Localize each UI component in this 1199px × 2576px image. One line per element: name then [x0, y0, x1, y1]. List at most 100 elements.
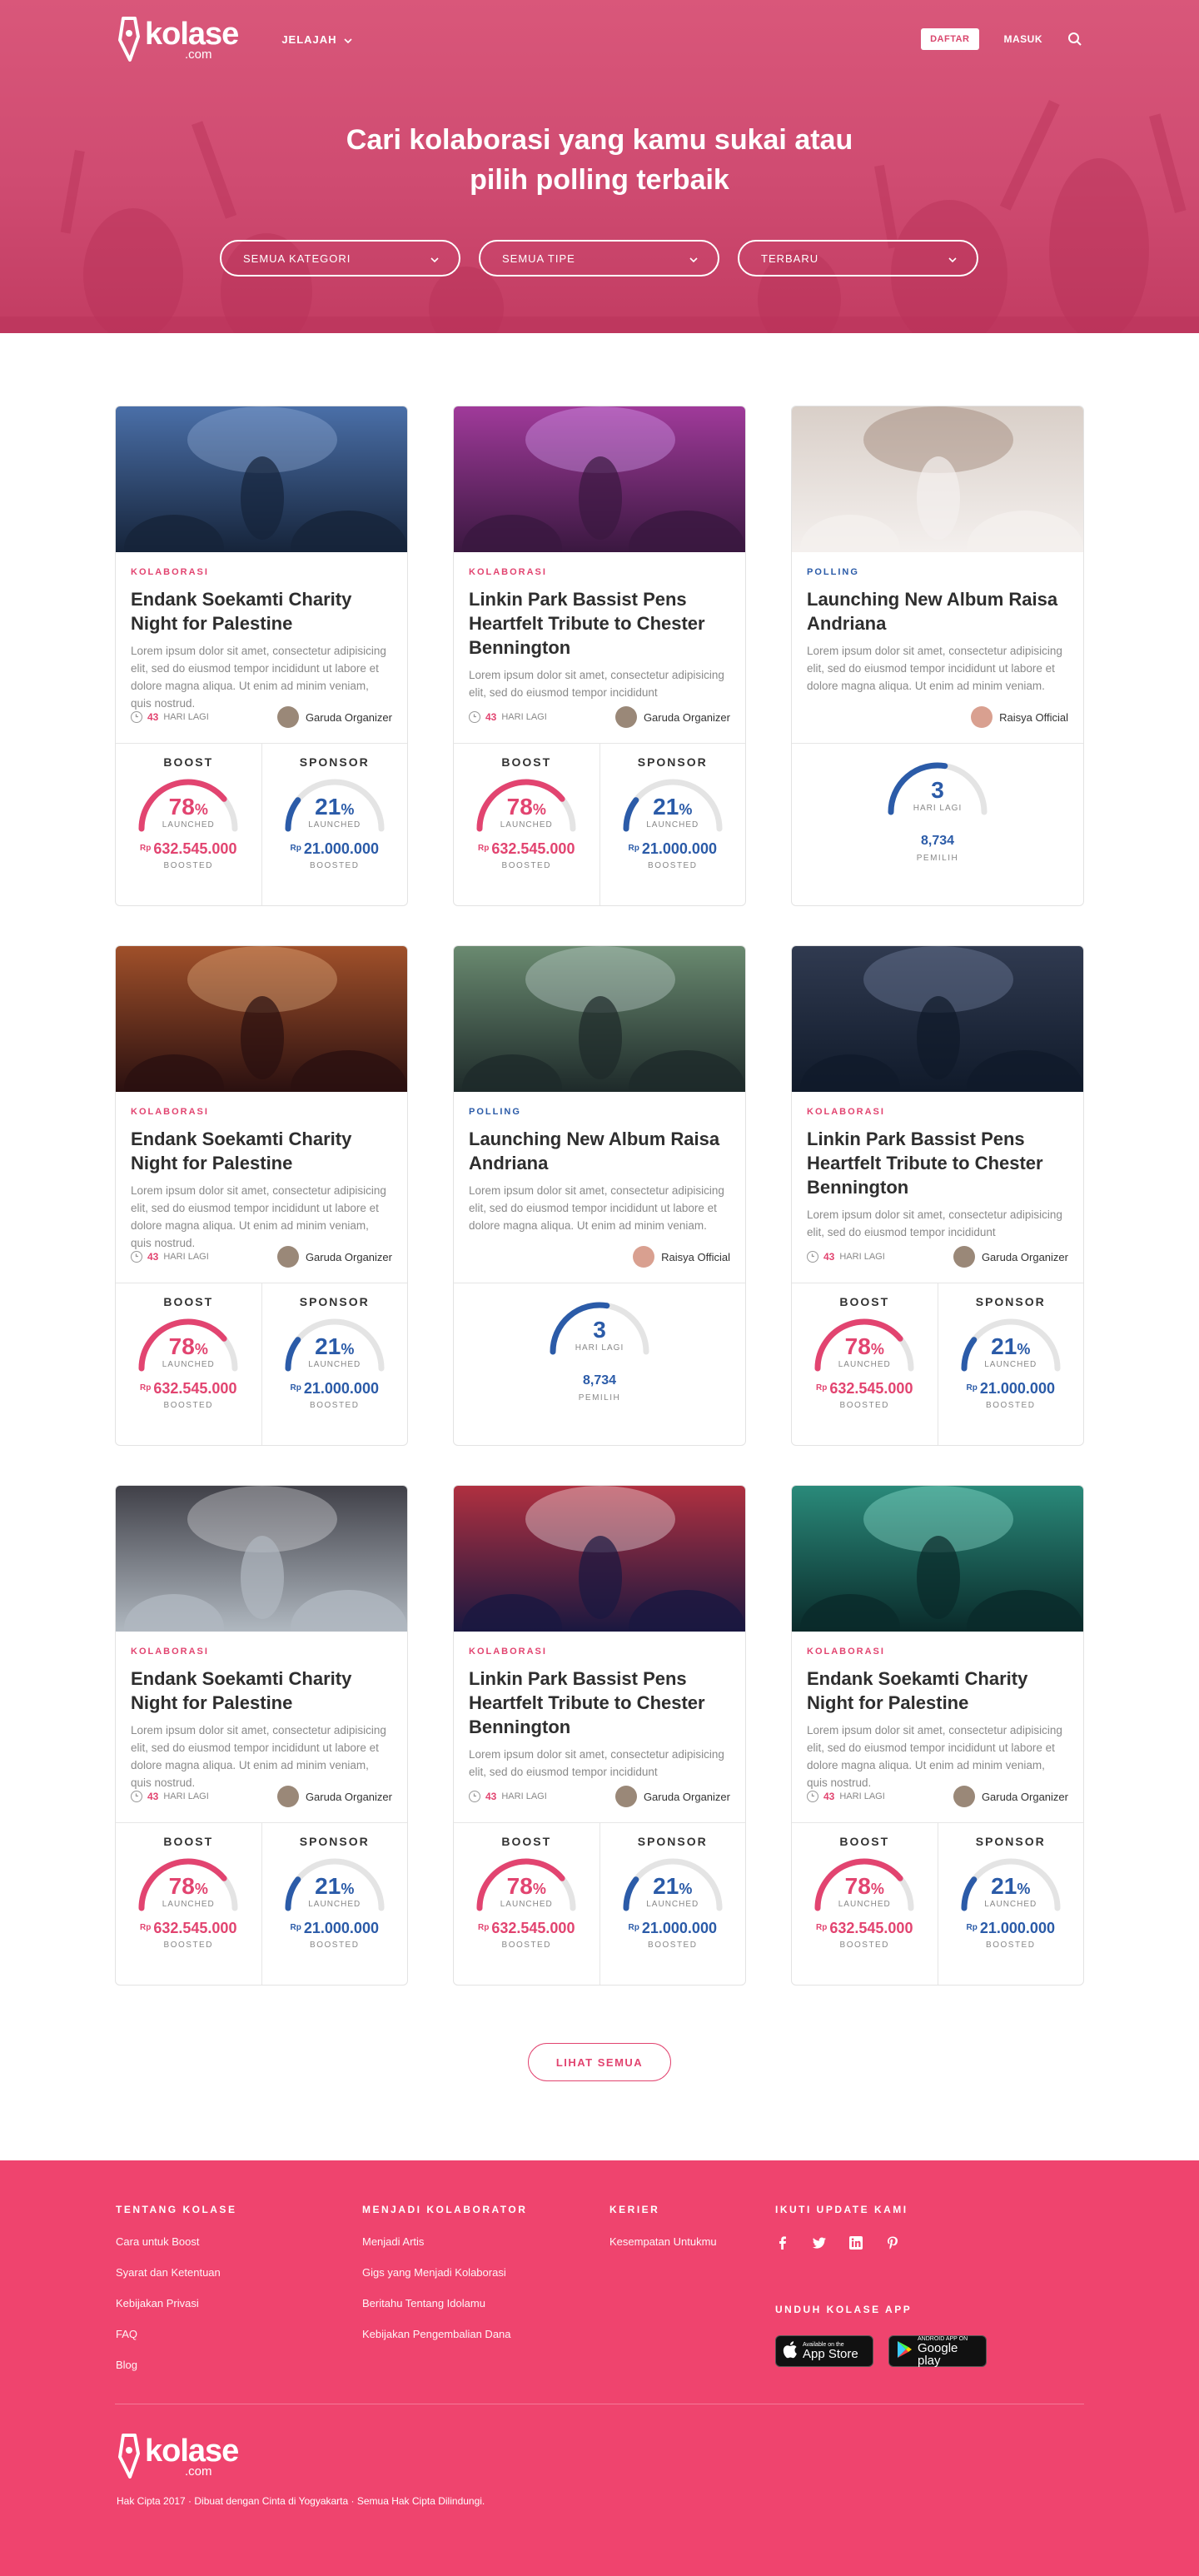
- appstore-big-text: App Store: [803, 2347, 858, 2361]
- explore-menu[interactable]: JELAJAH: [281, 33, 352, 46]
- login-button[interactable]: MASUK: [1004, 33, 1043, 45]
- card-title[interactable]: Launching New Album Raisa Andriana: [469, 1127, 730, 1175]
- card-title[interactable]: Endank Soekamti Charity Night for Palest…: [807, 1667, 1068, 1715]
- footer-link[interactable]: Kebijakan Pengembalian Dana: [362, 2328, 527, 2340]
- card-cover-image[interactable]: [792, 406, 1083, 552]
- campaign-card[interactable]: KOLABORASI Linkin Park Bassist Pens Heart…: [791, 945, 1084, 1446]
- organizer[interactable]: Raisya Official: [633, 1246, 730, 1268]
- card-cover-image[interactable]: [454, 946, 745, 1092]
- card-title[interactable]: Linkin Park Bassist Pens Heartfelt Tribu…: [469, 587, 730, 660]
- avatar: [614, 1786, 637, 1807]
- footer: TENTANG KOLASE Cara untuk Boost Syarat d…: [0, 2160, 1199, 2576]
- footer-link[interactable]: Kesempatan Untukmu: [609, 2235, 717, 2248]
- boost-percent: 78: [506, 1873, 533, 1899]
- footer-link[interactable]: Beritahu Tentang Idolamu: [362, 2297, 527, 2309]
- avatar: [276, 1786, 299, 1807]
- filter-label: SEMUA TIPE: [502, 252, 575, 265]
- footer-link[interactable]: Blog: [116, 2359, 236, 2371]
- footer-link[interactable]: Menjadi Artis: [362, 2235, 527, 2248]
- boosted-label: BOOSTED: [839, 1941, 889, 1950]
- footer-link[interactable]: Gigs yang Menjadi Kolaborasi: [362, 2266, 527, 2279]
- campaign-card[interactable]: POLLING Launching New Album Raisa Andrian…: [791, 406, 1084, 906]
- footer-collab-column: MENJADI KOLABORATOR Menjadi Artis Gigs y…: [362, 2204, 527, 2359]
- clock-icon: [807, 1791, 818, 1802]
- organizer[interactable]: Garuda Organizer: [953, 1786, 1068, 1807]
- card-cover-image[interactable]: [116, 946, 407, 1092]
- campaign-card[interactable]: KOLABORASI Linkin Park Bassist Pens Heart…: [453, 406, 746, 906]
- card-cover-image[interactable]: [454, 406, 745, 552]
- organizer[interactable]: Garuda Organizer: [276, 1786, 392, 1807]
- card-cover-image[interactable]: [454, 1486, 745, 1632]
- card-cover-image[interactable]: [792, 1486, 1083, 1632]
- boost-amount: 632.545.000: [153, 1920, 237, 1936]
- boost-title: BOOST: [163, 1295, 214, 1308]
- organizer[interactable]: Garuda Organizer: [276, 706, 392, 728]
- organizer[interactable]: Garuda Organizer: [614, 706, 730, 728]
- days-label: HARI LAGI: [163, 1252, 209, 1262]
- card-title[interactable]: Linkin Park Bassist Pens Heartfelt Tribu…: [807, 1127, 1068, 1199]
- campaign-card[interactable]: KOLABORASI Endank Soekamti Charity Night …: [115, 406, 408, 906]
- sponsor-title: SPONSOR: [299, 755, 370, 769]
- footer-kolase-logo[interactable]: kolase .com: [117, 2432, 239, 2480]
- organizer[interactable]: Raisya Official: [971, 706, 1068, 728]
- currency-label: Rp: [140, 844, 152, 853]
- sponsor-stat: SPONSOR 21% LAUNCHED Rp 21.000.000 BOOSTED: [261, 1823, 408, 1985]
- sponsor-amount: 21.000.000: [303, 840, 379, 857]
- boost-percent: 78: [844, 1873, 871, 1899]
- footer-link[interactable]: Syarat dan Ketentuan: [116, 2266, 236, 2279]
- card-description: Lorem ipsum dolor sit amet, consectetur …: [131, 645, 386, 710]
- facebook-icon[interactable]: [775, 2235, 790, 2250]
- sort-filter-select[interactable]: TERBARU: [738, 240, 978, 277]
- launched-label: LAUNCHED: [500, 820, 553, 830]
- pinterest-icon[interactable]: [885, 2235, 900, 2250]
- google-play-badge[interactable]: ANDROID APP ON Google play: [888, 2335, 987, 2367]
- kolase-logo[interactable]: kolase .com: [117, 15, 239, 63]
- footer-link[interactable]: Cara untuk Boost: [116, 2235, 236, 2248]
- card-cover-image[interactable]: [116, 406, 407, 552]
- boost-amount: 632.545.000: [153, 840, 237, 857]
- campaign-card[interactable]: POLLING Launching New Album Raisa Andrian…: [453, 945, 746, 1446]
- campaign-card[interactable]: KOLABORASI Endank Soekamti Charity Night …: [791, 1485, 1084, 1986]
- card-title[interactable]: Endank Soekamti Charity Night for Palest…: [131, 1667, 392, 1715]
- footer-link[interactable]: FAQ: [116, 2328, 236, 2340]
- card-description: Lorem ipsum dolor sit amet, consectetur …: [807, 645, 1062, 692]
- card-description: Lorem ipsum dolor sit amet, consectetur …: [469, 1184, 724, 1232]
- campaign-card[interactable]: KOLABORASI Linkin Park Bassist Pens Heart…: [453, 1485, 746, 1986]
- campaign-card[interactable]: KOLABORASI Endank Soekamti Charity Night …: [115, 1485, 408, 1986]
- twitter-icon[interactable]: [812, 2235, 827, 2250]
- linkedin-icon[interactable]: [848, 2235, 863, 2250]
- currency-label: Rp: [290, 1923, 301, 1932]
- boost-title: BOOST: [501, 755, 552, 769]
- sponsor-stat: SPONSOR 21% LAUNCHED Rp 21.000.000 BOOSTED: [261, 744, 408, 905]
- app-store-badge[interactable]: Available on the App Store: [775, 2335, 873, 2367]
- see-all-button[interactable]: LIHAT SEMUA: [528, 2043, 671, 2081]
- organizer[interactable]: Garuda Organizer: [276, 1246, 392, 1268]
- card-title[interactable]: Endank Soekamti Charity Night for Palest…: [131, 1127, 392, 1175]
- register-button[interactable]: DAFTAR: [921, 28, 979, 50]
- boosted-label: BOOSTED: [310, 1941, 360, 1950]
- card-title[interactable]: Launching New Album Raisa Andriana: [807, 587, 1068, 635]
- avatar: [953, 1786, 975, 1807]
- googleplay-big-text: Google play: [918, 2340, 958, 2368]
- search-icon[interactable]: [1067, 32, 1082, 47]
- card-stats: BOOST 78% LAUNCHED Rp 632.545.000 BOOSTED SPON…: [792, 1283, 1083, 1445]
- type-filter-select[interactable]: SEMUA TIPE: [479, 240, 719, 277]
- sponsor-title: SPONSOR: [637, 755, 708, 769]
- sponsor-stat: SPONSOR 21% LAUNCHED Rp 21.000.000 BOOSTED: [599, 744, 746, 905]
- card-cover-image[interactable]: [792, 946, 1083, 1092]
- campaign-card[interactable]: KOLABORASI Endank Soekamti Charity Night …: [115, 945, 408, 1446]
- currency-label: Rp: [478, 844, 490, 853]
- organizer[interactable]: Garuda Organizer: [614, 1786, 730, 1807]
- card-title[interactable]: Linkin Park Bassist Pens Heartfelt Tribu…: [469, 1667, 730, 1739]
- card-cover-image[interactable]: [116, 1486, 407, 1632]
- launched-label: LAUNCHED: [308, 820, 361, 830]
- launched-label: LAUNCHED: [308, 1360, 361, 1369]
- boost-amount: 632.545.000: [153, 1380, 237, 1397]
- card-title[interactable]: Endank Soekamti Charity Night for Palest…: [131, 587, 392, 635]
- card-category: KOLABORASI: [131, 1107, 209, 1117]
- category-filter-select[interactable]: SEMUA KATEGORI: [220, 240, 460, 277]
- filter-label: SEMUA KATEGORI: [243, 252, 351, 265]
- organizer[interactable]: Garuda Organizer: [953, 1246, 1068, 1268]
- footer-link[interactable]: Kebijakan Privasi: [116, 2297, 236, 2309]
- avatar: [276, 706, 299, 728]
